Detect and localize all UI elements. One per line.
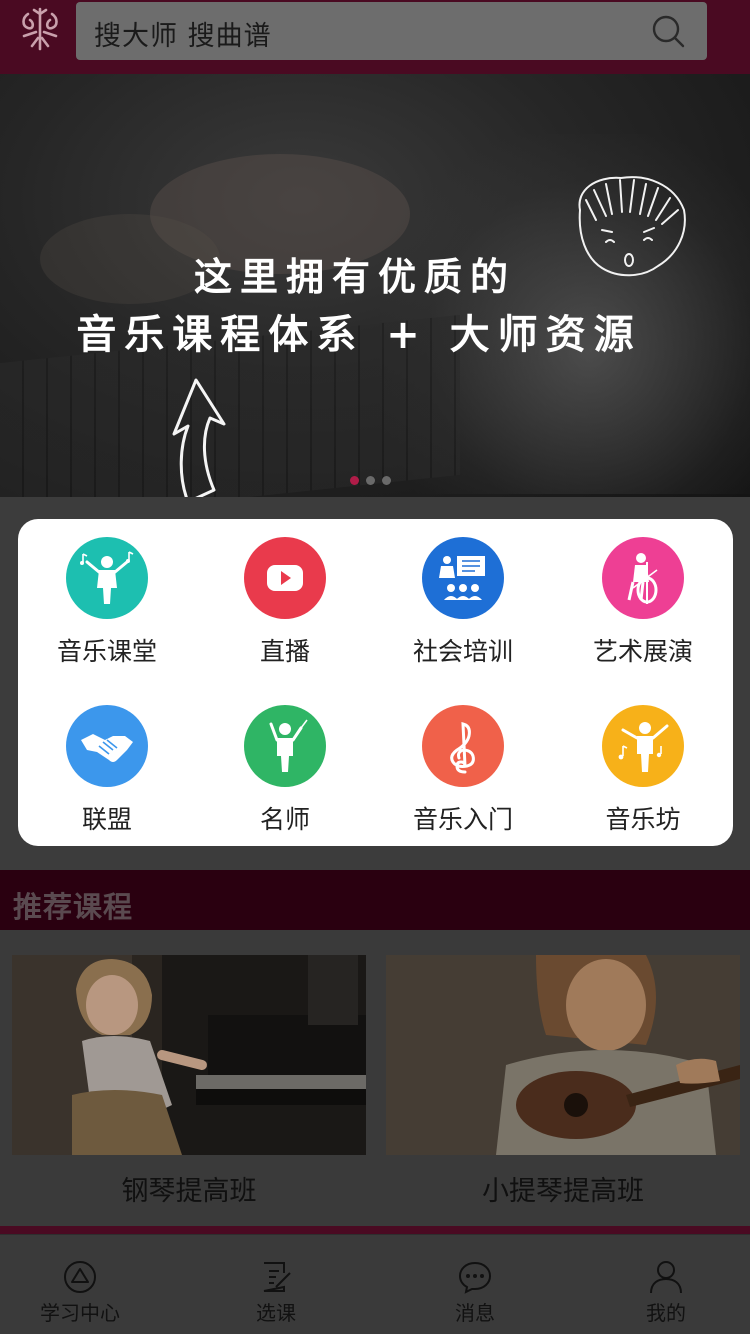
conductor-icon	[80, 551, 134, 604]
play-icon	[267, 565, 303, 591]
course-thumbnail	[12, 955, 366, 1155]
section-divider	[0, 1226, 750, 1234]
grid-item-famous-teacher[interactable]: 名师	[196, 687, 374, 847]
hand-drawn-arrow-icon	[172, 378, 226, 497]
live-icon-circle	[244, 537, 326, 619]
course-name: 钢琴提高班	[121, 1176, 257, 1207]
grid-item-label: 联盟	[81, 805, 132, 834]
cello-player-icon	[627, 553, 658, 604]
top-header: 搜大师 搜曲谱	[0, 0, 750, 74]
banner-dot[interactable]	[382, 476, 391, 485]
banner-headline-2: 音乐课程体系 + 大师资源	[76, 312, 642, 358]
grid-item-label: 艺术展演	[592, 637, 693, 666]
music-performer-icon	[618, 722, 669, 772]
search-bar[interactable]: 搜大师 搜曲谱	[76, 2, 707, 60]
course-select-icon	[263, 1262, 291, 1292]
tab-profile[interactable]: 我的	[586, 1235, 746, 1334]
grid-item-label: 音乐入门	[412, 805, 513, 834]
tab-label: 消息	[455, 1301, 495, 1325]
course-card-piano[interactable]: 钢琴提高班	[12, 955, 366, 1207]
banner-pagination	[350, 470, 398, 485]
piano-child-image	[12, 955, 366, 1155]
course-card-violin[interactable]: 小提琴提高班	[386, 955, 740, 1207]
art-show-icon-circle	[602, 537, 684, 619]
famous-teacher-icon-circle	[244, 705, 326, 787]
grid-item-label: 社会培训	[412, 637, 513, 666]
banner-dot[interactable]	[350, 476, 359, 485]
learning-center-icon	[64, 1261, 96, 1293]
banner-headline-1: 这里拥有优质的	[193, 255, 516, 299]
tab-course-select[interactable]: 选课	[196, 1235, 356, 1334]
section-title: 推荐课程	[13, 890, 134, 924]
grid-item-music-intro[interactable]: 音乐入门	[374, 687, 552, 847]
search-placeholder: 搜大师 搜曲谱	[94, 21, 272, 52]
classroom-icon	[439, 556, 485, 600]
tab-messages[interactable]: 消息	[395, 1235, 555, 1334]
bottom-tab-bar: 学习中心 选课 消息 我的	[0, 1234, 750, 1334]
teacher-icon	[269, 719, 308, 772]
music-logo-icon[interactable]	[18, 6, 62, 52]
grid-item-label: 直播	[259, 637, 310, 666]
music-intro-icon-circle	[422, 705, 504, 787]
grid-item-label: 音乐坊	[605, 805, 681, 834]
promo-banner[interactable]: 这里拥有优质的 音乐课程体系 + 大师资源	[0, 74, 750, 497]
message-icon	[458, 1261, 492, 1294]
category-grid: 音乐课堂 直播 社会培训 艺术展演 联盟 名师 音乐入门 音乐坊	[18, 519, 733, 846]
tab-label: 选课	[256, 1301, 296, 1325]
grid-item-music-workshop[interactable]: 音乐坊	[554, 687, 732, 847]
search-icon[interactable]	[651, 14, 685, 48]
tab-learning-center[interactable]: 学习中心	[0, 1235, 160, 1334]
ukulele-child-image	[386, 955, 740, 1155]
grid-item-alliance[interactable]: 联盟	[18, 687, 196, 847]
alliance-icon-circle	[66, 705, 148, 787]
tab-label: 我的	[646, 1301, 686, 1325]
course-thumbnail	[386, 955, 740, 1155]
grid-item-art-show[interactable]: 艺术展演	[554, 519, 732, 679]
grid-item-label: 音乐课堂	[56, 637, 157, 666]
recommended-courses: 钢琴提高班 小提琴提高班	[0, 930, 750, 1226]
banner-dot[interactable]	[366, 476, 375, 485]
music-class-icon-circle	[66, 537, 148, 619]
grid-item-music-class[interactable]: 音乐课堂	[18, 519, 196, 679]
course-name: 小提琴提高班	[482, 1176, 644, 1207]
grid-item-social-training[interactable]: 社会培训	[374, 519, 552, 679]
treble-clef-icon	[450, 722, 475, 774]
music-workshop-icon-circle	[602, 705, 684, 787]
grid-item-live[interactable]: 直播	[196, 519, 374, 679]
recommended-section-header: 推荐课程	[0, 870, 750, 930]
grid-item-label: 名师	[259, 805, 310, 834]
social-training-icon-circle	[422, 537, 504, 619]
tab-label: 学习中心	[40, 1301, 120, 1325]
handshake-icon	[81, 734, 133, 762]
profile-icon	[650, 1261, 682, 1294]
